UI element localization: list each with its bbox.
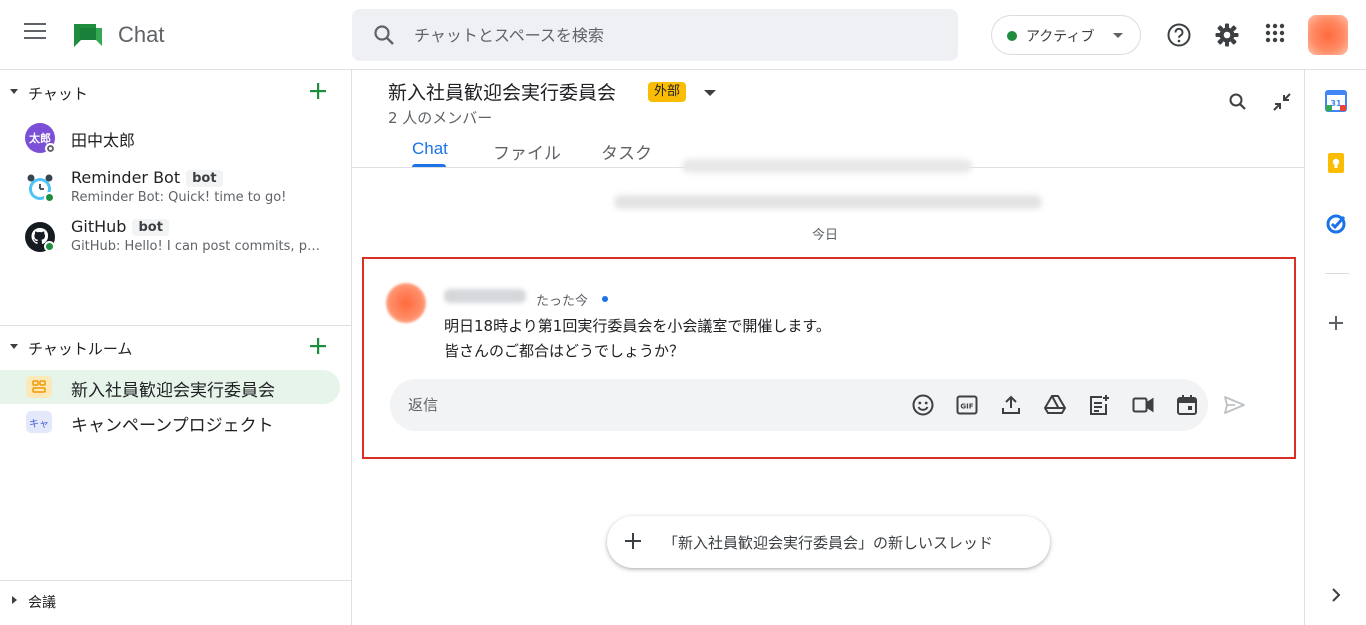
room-name: 新入社員歓迎会実行委員会 <box>71 381 275 401</box>
meetings-section-title: 会議 <box>28 595 56 611</box>
account-avatar[interactable] <box>1308 15 1348 55</box>
chat-item-preview: GitHub: Hello! I can post commits, pul..… <box>71 239 326 254</box>
gear-icon[interactable] <box>1214 22 1240 48</box>
chats-section-header[interactable]: チャット <box>0 72 352 112</box>
apps-grid-icon[interactable] <box>1264 22 1290 48</box>
chat-name-text: GitHub <box>71 217 127 236</box>
reply-input[interactable] <box>408 392 888 418</box>
app-name: Chat <box>118 22 165 47</box>
expand-arrow-icon <box>12 596 17 604</box>
tab-tasks[interactable]: タスク <box>601 139 652 164</box>
room-icon-text: キャ <box>29 419 49 430</box>
sender-name-blurred <box>444 289 526 303</box>
add-doc-icon[interactable] <box>1087 393 1111 417</box>
chevron-down-icon <box>1113 33 1123 38</box>
chat-item-name: Reminder Bot bot <box>71 168 223 187</box>
emoji-icon[interactable] <box>911 393 935 417</box>
tasks-icon[interactable] <box>1325 213 1347 235</box>
member-count[interactable]: 2 人のメンバー <box>388 107 492 128</box>
external-badge: 外部 <box>648 82 687 102</box>
status-label: アクティブ <box>1026 29 1095 45</box>
sidebar-item-room-campaign[interactable]: キャ キャンペーンプロジェクト <box>0 405 340 439</box>
presence-indicator <box>44 192 55 203</box>
chat-item-tanaka[interactable]: 太郎 田中太郎 <box>0 114 340 162</box>
main-panel: 新入社員歓迎会実行委員会 外部 2 人のメンバー Chat ファイル タスク 今… <box>352 70 1304 625</box>
add-addon-plus-icon[interactable] <box>1325 312 1347 334</box>
upload-icon[interactable] <box>999 393 1023 417</box>
message-text-line: 皆さんのご都合はどうでしょうか？ <box>444 342 685 360</box>
new-room-plus-icon[interactable] <box>308 336 330 358</box>
new-thread-button[interactable]: 「新入社員歓迎会実行委員会」の新しいスレッド <box>607 516 1050 568</box>
collapse-arrow-icon <box>10 89 18 94</box>
plus-icon <box>623 531 645 553</box>
reply-box[interactable]: GIF <box>390 379 1208 431</box>
search-icon[interactable] <box>1228 92 1248 112</box>
chat-item-github[interactable]: GitHub bot GitHub: Hello! I can post comm… <box>0 213 340 261</box>
svg-text:GIF: GIF <box>960 403 973 411</box>
message-text-line: 明日18時より第1回実行委員会を小会議室で開催します。 <box>444 317 831 335</box>
sidebar: チャット 太郎 田中太郎 Reminder Bot bot Reminder Bo… <box>0 70 352 625</box>
bot-badge: bot <box>186 170 223 187</box>
room-icon <box>26 376 52 398</box>
github-icon <box>24 221 56 253</box>
search-input[interactable] <box>414 21 934 49</box>
presence-indicator <box>45 143 56 154</box>
date-separator: 今日 <box>812 228 839 243</box>
presence-indicator <box>44 241 55 252</box>
gif-icon[interactable]: GIF <box>955 393 979 417</box>
blurred-system-message <box>614 195 1042 209</box>
chevron-right-icon[interactable] <box>1325 584 1347 606</box>
drive-icon[interactable] <box>1043 393 1067 417</box>
main-menu-icon[interactable] <box>24 23 54 47</box>
status-dropdown[interactable]: アクティブ <box>991 15 1141 55</box>
calendar-icon[interactable] <box>1175 393 1199 417</box>
keep-icon[interactable] <box>1325 152 1347 174</box>
chats-section-title: チャット <box>28 85 88 103</box>
help-icon[interactable] <box>1166 22 1192 48</box>
status-dot <box>1007 31 1017 41</box>
search-icon[interactable] <box>372 23 396 51</box>
blurred-system-message <box>682 159 972 173</box>
message-time: たった今 <box>536 294 589 309</box>
chat-item-reminder-bot[interactable]: Reminder Bot bot Reminder Bot: Quick! tim… <box>0 164 340 212</box>
search-bar[interactable] <box>352 9 958 61</box>
room-icon: キャ <box>26 411 52 433</box>
meetings-section-header[interactable]: 会議 <box>0 582 352 622</box>
side-panel-divider <box>1325 273 1349 274</box>
chat-logo-icon <box>72 20 104 56</box>
tab-chat[interactable]: Chat <box>412 139 448 159</box>
chat-item-name: GitHub bot <box>71 217 169 236</box>
rooms-section-header[interactable]: チャットルーム <box>0 327 352 367</box>
video-call-icon[interactable] <box>1131 393 1155 417</box>
unread-indicator <box>602 296 608 302</box>
svg-text:31: 31 <box>1330 99 1342 108</box>
section-divider <box>0 580 352 581</box>
side-panel: 31 <box>1304 70 1366 625</box>
avatar: 太郎 <box>24 122 56 154</box>
new-chat-plus-icon[interactable] <box>308 81 330 103</box>
alarm-clock-icon <box>24 172 56 204</box>
top-bar: Chat アクティブ <box>0 0 1366 70</box>
rooms-section-title: チャットルーム <box>28 340 133 358</box>
room-name: キャンペーンプロジェクト <box>71 416 274 436</box>
calendar-app-icon[interactable]: 31 <box>1325 90 1347 112</box>
sidebar-item-room-welcome[interactable]: 新入社員歓迎会実行委員会 <box>0 370 340 404</box>
send-icon[interactable] <box>1222 393 1246 417</box>
chat-name-text: Reminder Bot <box>71 168 181 187</box>
room-title: 新入社員歓迎会実行委員会 <box>388 82 617 104</box>
room-menu-chevron-icon[interactable] <box>704 90 716 96</box>
message-thread: たった今 明日18時より第1回実行委員会を小会議室で開催します。 皆さんのご都合… <box>362 257 1296 459</box>
collapse-arrow-icon <box>10 344 18 349</box>
new-thread-label: 「新入社員歓迎会実行委員会」の新しいスレッド <box>663 534 994 552</box>
section-divider <box>0 325 352 326</box>
bot-badge: bot <box>132 219 169 236</box>
sender-avatar <box>386 283 426 323</box>
chat-item-name: 田中太郎 <box>71 131 136 150</box>
tab-files[interactable]: ファイル <box>493 139 561 164</box>
chat-item-preview: Reminder Bot: Quick! time to go! <box>71 190 287 205</box>
collapse-icon[interactable] <box>1272 92 1292 112</box>
